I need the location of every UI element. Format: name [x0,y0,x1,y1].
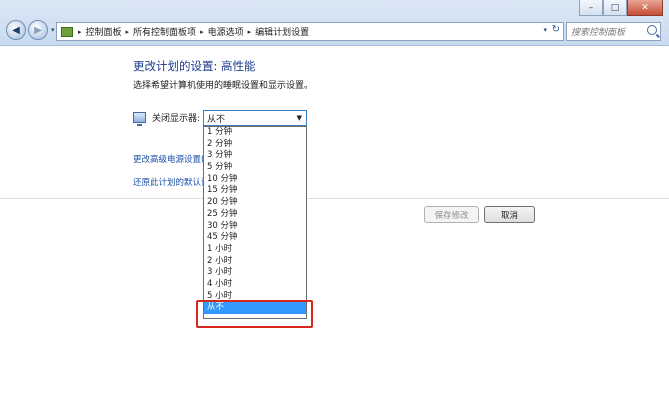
page-title: 更改计划的设置: 高性能 [133,59,256,73]
search-box[interactable]: 搜索控制面板 [566,22,661,41]
display-off-dropdown-list[interactable]: 1 分钟 2 分钟 3 分钟 5 分钟 10 分钟 15 分钟 20 分钟 25… [203,126,307,319]
option-10min[interactable]: 10 分钟 [204,174,306,186]
option-3hour[interactable]: 3 小时 [204,267,306,279]
breadcrumb-control-panel[interactable]: 控制面板 [86,25,122,38]
control-panel-icon [61,26,73,37]
search-input[interactable]: 搜索控制面板 [571,25,625,38]
window-controls: – □ ✕ [579,0,663,16]
option-15min[interactable]: 15 分钟 [204,185,306,197]
display-off-select[interactable]: 从不 ▼ [203,110,307,126]
window-chrome: – □ ✕ ◀ ▶ ▾ ▸ 控制面板 ▸ 所有控制面板项 ▸ 电源选项 ▸ 编辑… [0,0,669,46]
display-off-label: 关闭显示器: [152,114,201,124]
option-1hour[interactable]: 1 小时 [204,244,306,256]
recent-pages-dropdown-icon[interactable]: ▾ [51,26,55,34]
option-25min[interactable]: 25 分钟 [204,209,306,221]
option-45min[interactable]: 45 分钟 [204,232,306,244]
page-subtitle: 选择希望计算机使用的睡眠设置和显示设置。 [133,81,314,91]
nav-buttons: ◀ ▶ ▾ [6,20,55,40]
annotation-highlight-box [196,300,313,328]
breadcrumb-separator[interactable]: ▸ [78,28,82,36]
restore-defaults-link[interactable]: 还原此计划的默认设 [133,176,210,188]
breadcrumb-edit-plan[interactable]: 编辑计划设置 [255,25,309,38]
close-button[interactable]: ✕ [627,0,663,16]
breadcrumb-separator[interactable]: ▸ [200,28,204,36]
breadcrumb-power-options[interactable]: 电源选项 [208,25,244,38]
refresh-icon[interactable]: ↻ [552,24,560,35]
maximize-button[interactable]: □ [603,0,627,16]
breadcrumb-all-items[interactable]: 所有控制面板项 [133,25,196,38]
breadcrumb-separator[interactable]: ▸ [248,28,252,36]
option-2hour[interactable]: 2 小时 [204,256,306,268]
divider [0,198,669,199]
display-setting-row: 关闭显示器: [133,111,201,126]
address-dropdown-icon[interactable]: ▾ [543,26,547,34]
forward-button[interactable]: ▶ [28,20,48,40]
option-5min[interactable]: 5 分钟 [204,162,306,174]
chevron-down-icon[interactable]: ▼ [297,114,302,122]
option-1min[interactable]: 1 分钟 [204,127,306,139]
back-button[interactable]: ◀ [6,20,26,40]
breadcrumb-separator[interactable]: ▸ [126,28,130,36]
display-off-value: 从不 [207,114,226,125]
address-bar[interactable]: ▸ 控制面板 ▸ 所有控制面板项 ▸ 电源选项 ▸ 编辑计划设置 ▾ ↻ [56,22,564,41]
minimize-button[interactable]: – [579,0,603,16]
search-icon[interactable] [647,25,657,35]
option-3min[interactable]: 3 分钟 [204,150,306,162]
option-2min[interactable]: 2 分钟 [204,139,306,151]
save-button[interactable]: 保存修改 [424,206,479,223]
cancel-button[interactable]: 取消 [484,206,535,223]
option-20min[interactable]: 20 分钟 [204,197,306,209]
option-4hour[interactable]: 4 小时 [204,279,306,291]
monitor-icon [133,112,146,126]
option-30min[interactable]: 30 分钟 [204,221,306,233]
advanced-settings-link[interactable]: 更改高级电源设置(C [133,153,210,165]
